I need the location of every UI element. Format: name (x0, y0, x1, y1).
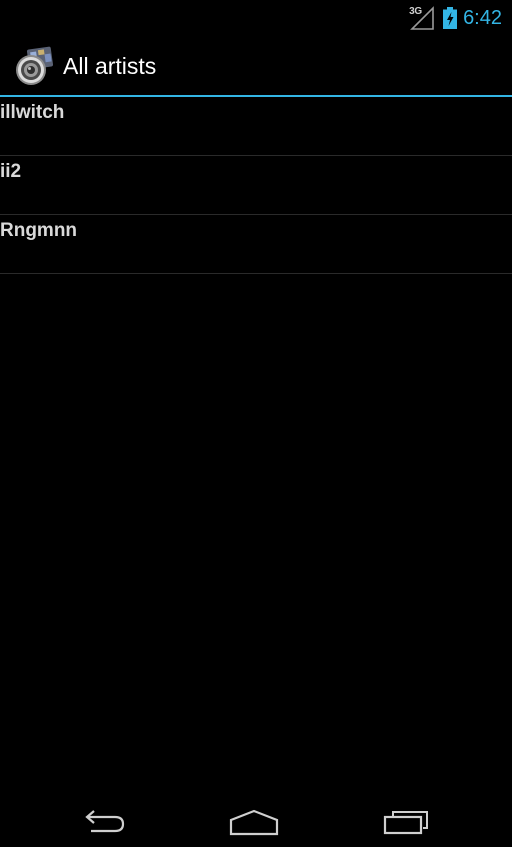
home-button[interactable] (204, 799, 304, 847)
list-item[interactable]: ii2 (0, 156, 512, 215)
action-bar: All artists (0, 36, 512, 96)
list-item[interactable]: illwitch (0, 97, 512, 156)
navigation-bar (0, 799, 512, 847)
battery-charging-icon (443, 7, 458, 29)
artist-name: ii2 (0, 161, 22, 182)
artist-list: illwitch ii2 Rngmnn (0, 97, 512, 274)
back-button[interactable] (54, 799, 154, 847)
recent-apps-button[interactable] (356, 799, 456, 847)
list-item[interactable]: Rngmnn (0, 215, 512, 274)
back-icon (85, 810, 125, 833)
speaker-app-icon[interactable] (14, 45, 56, 87)
home-icon (229, 809, 279, 836)
recent-apps-icon (383, 811, 428, 835)
artist-name: Rngmnn (0, 220, 78, 241)
network-type-label: 3G (409, 6, 422, 17)
artist-name: illwitch (0, 102, 65, 123)
status-clock: 6:42 (463, 7, 502, 29)
page-title: All artists (63, 53, 157, 79)
status-icons: 3G 6:42 (409, 0, 502, 36)
signal-indicator: 3G (409, 5, 435, 31)
status-bar: 3G 6:42 (0, 0, 512, 36)
